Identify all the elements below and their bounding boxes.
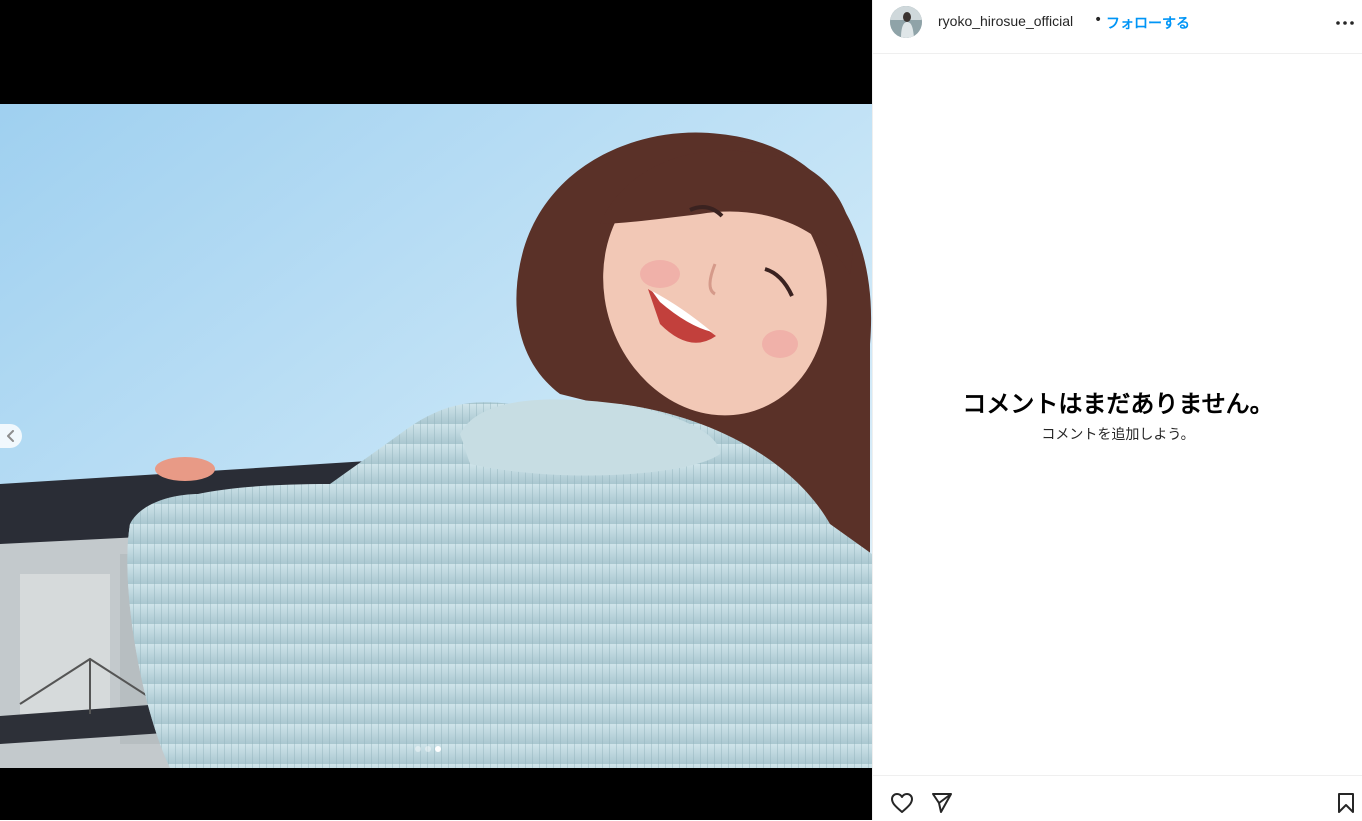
carousel-dot	[415, 746, 421, 752]
empty-comments-title: コメントはまだありません。	[962, 391, 1274, 418]
avatar[interactable]	[890, 6, 922, 38]
post-photo	[0, 104, 872, 768]
paper-plane-icon	[932, 793, 952, 813]
post-side-panel: ryoko_hirosue_official • フォローする コメントはまだあ…	[872, 0, 1362, 820]
heart-icon	[891, 793, 913, 813]
post-header: ryoko_hirosue_official • フォローする	[873, 0, 1362, 54]
carousel-dot-active	[435, 746, 441, 752]
post-action-bar	[873, 775, 1362, 821]
chevron-left-icon	[7, 430, 14, 442]
more-options-button[interactable]	[1336, 14, 1354, 32]
share-button[interactable]	[929, 790, 955, 816]
bookmark-icon	[1338, 793, 1354, 813]
separator-dot: •	[1094, 12, 1103, 28]
like-button[interactable]	[889, 790, 915, 816]
empty-comments-subtitle: コメントを追加しよう。	[1041, 426, 1195, 442]
save-button[interactable]	[1333, 790, 1359, 816]
follow-button[interactable]: フォローする	[1106, 13, 1190, 33]
more-horizontal-icon	[1336, 21, 1354, 25]
username-link[interactable]: ryoko_hirosue_official	[938, 13, 1073, 29]
post-media	[0, 0, 872, 820]
carousel-indicator	[415, 746, 441, 752]
carousel-dot	[425, 746, 431, 752]
